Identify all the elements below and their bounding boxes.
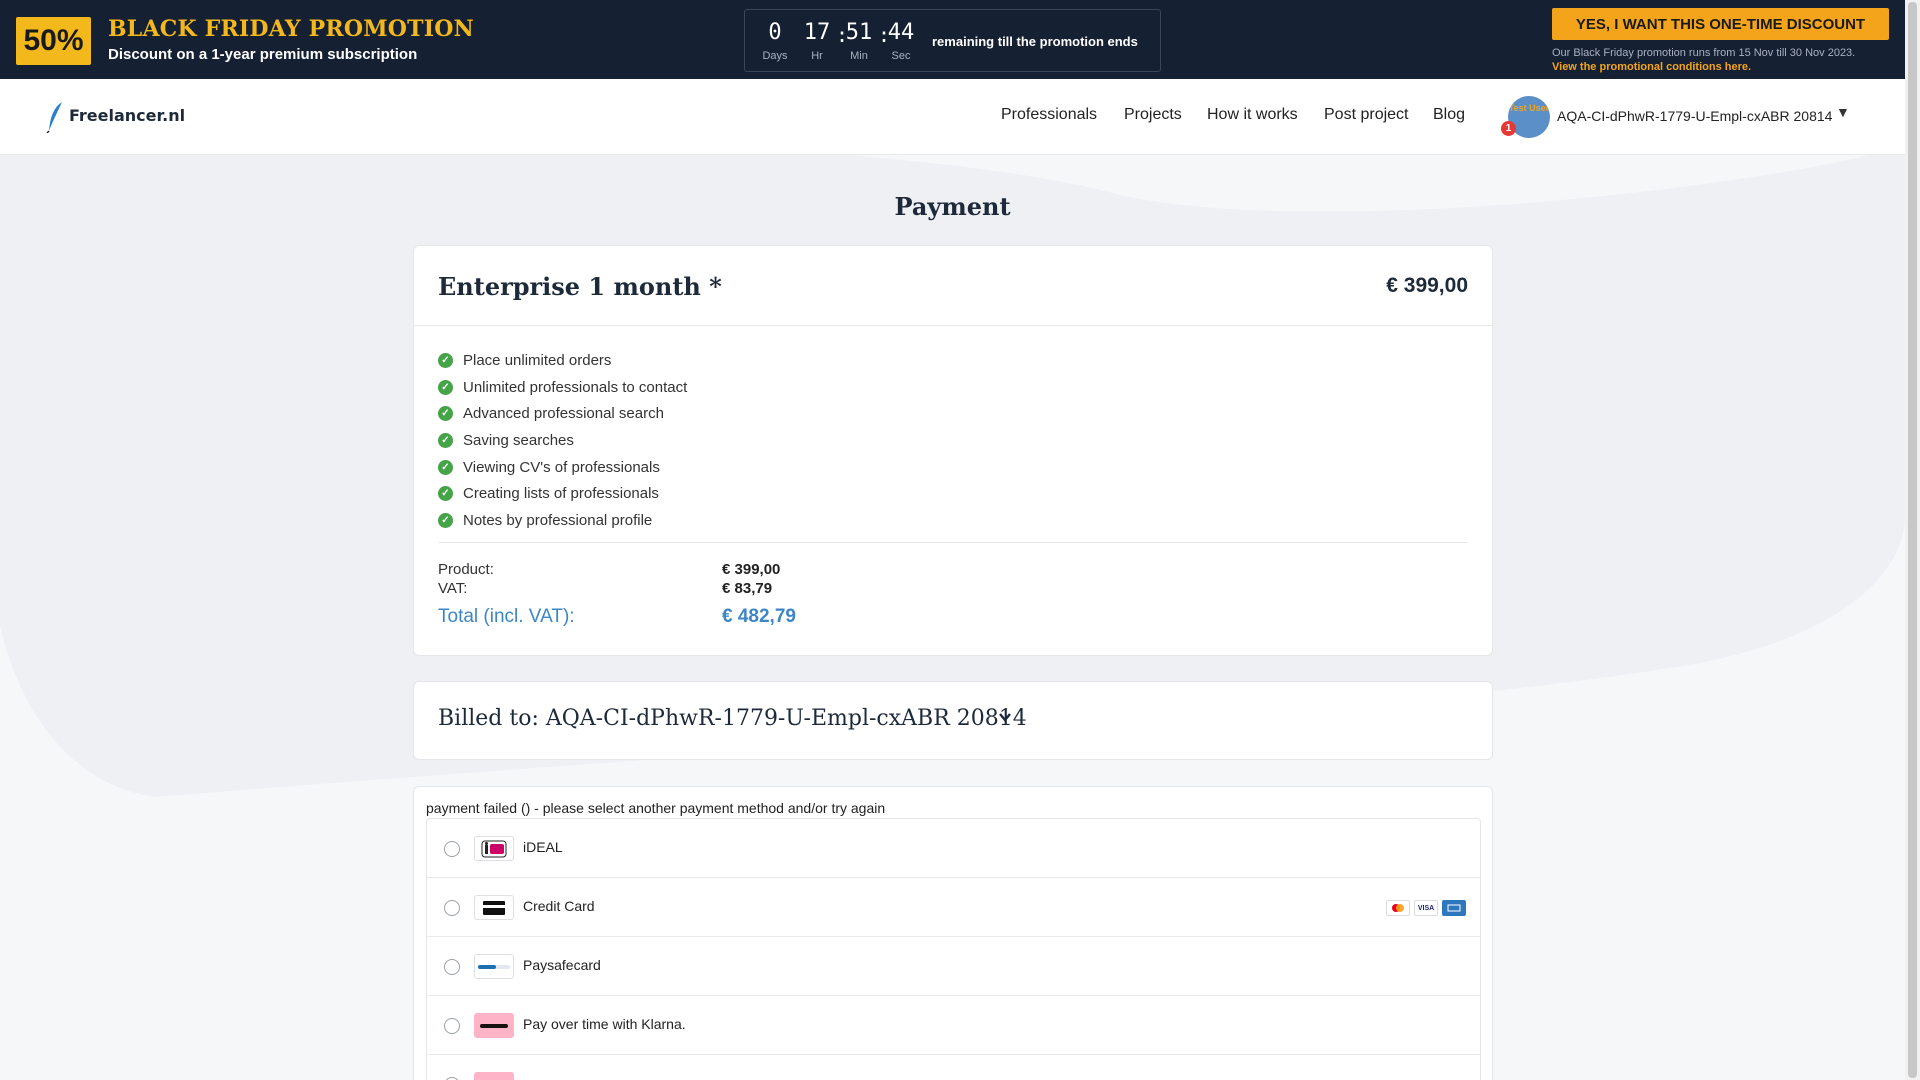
promo-title: BLACK FRIDAY PROMOTION — [108, 16, 474, 42]
amex-icon — [1442, 900, 1466, 916]
feature-label: Creating lists of professionals — [463, 485, 659, 503]
payment-failed-message: payment failed () - please select anothe… — [426, 800, 886, 816]
countdown-days-label: Days — [762, 50, 788, 62]
klarna-icon — [474, 1013, 514, 1038]
billing-card[interactable]: Billed to: AQA-CI-dPhwR-1779-U-Empl-cxAB… — [413, 681, 1493, 760]
chevron-down-icon[interactable] — [998, 710, 1012, 724]
klarna-icon — [474, 1072, 514, 1080]
check-icon: ✓ — [438, 379, 453, 395]
method-label[interactable]: Pay over time with Klarna. — [523, 1016, 686, 1032]
list-item: ✓ Notes by professional profile — [438, 507, 687, 534]
product-label: Product: — [438, 561, 494, 578]
card-brand-icons: VISA — [1386, 900, 1466, 916]
one-time-discount-button[interactable]: YES, I WANT THIS ONE-TIME DISCOUNT — [1552, 8, 1889, 40]
countdown-days: 0 Days — [755, 20, 795, 63]
visa-icon: VISA — [1414, 900, 1438, 916]
feature-list: ✓ Place unlimited orders ✓ Unlimited profe… — [438, 347, 687, 534]
countdown-seconds: 44 Sec — [881, 20, 921, 63]
order-summary-card: Enterprise 1 month * € 399,00 ✓ Place unl… — [413, 245, 1493, 656]
payment-method-klarna-partial[interactable] — [427, 1055, 1480, 1080]
feature-label: Notes by professional profile — [463, 511, 653, 529]
payment-method-ideal[interactable]: iDEAL — [427, 819, 1480, 878]
nav-post-project[interactable]: Post project — [1324, 106, 1408, 124]
payment-method-list: iDEAL Credit Card VISA Paysafecard Pay o… — [426, 818, 1481, 1080]
vat-value: € 83,79 — [722, 580, 773, 597]
countdown-hours-label: Hr — [811, 50, 823, 62]
site-logo[interactable]: Freelancer.nl — [69, 106, 185, 125]
list-item: ✓ Unlimited professionals to contact — [438, 374, 687, 401]
list-item: ✓ Viewing CV's of professionals — [438, 454, 687, 481]
page-title: Payment — [894, 192, 1011, 221]
promo-note: Our Black Friday promotion runs from 15 … — [1552, 47, 1856, 59]
countdown-minutes-label: Min — [850, 50, 868, 62]
discount-badge: 50% — [16, 17, 91, 65]
plan-price: € 399,00 — [1386, 274, 1468, 297]
method-label[interactable]: Credit Card — [523, 898, 595, 914]
radio-button[interactable] — [444, 841, 460, 857]
plan-header: Enterprise 1 month * € 399,00 — [414, 246, 1492, 326]
total-value: € 482,79 — [722, 606, 796, 627]
feature-label: Place unlimited orders — [463, 351, 612, 369]
credit-card-icon — [474, 895, 514, 920]
countdown-timer: 0 Days 17 Hr : 51 Min : 44 Sec remaining… — [744, 9, 1161, 72]
notification-badge[interactable]: 1 — [1501, 121, 1516, 136]
product-value: € 399,00 — [722, 561, 781, 578]
feature-label: Unlimited professionals to contact — [463, 378, 688, 396]
ideal-icon — [474, 836, 514, 861]
countdown-seconds-value: 44 — [887, 20, 915, 45]
scrollbar-thumb[interactable] — [1908, 2, 1917, 1078]
feature-label: Viewing CV's of professionals — [463, 458, 660, 476]
radio-button[interactable] — [444, 1018, 460, 1034]
countdown-seconds-label: Sec — [891, 50, 911, 62]
countdown-minutes-value: 51 — [845, 20, 873, 45]
feature-label: Saving searches — [463, 431, 574, 449]
caret-down-icon[interactable]: ▼ — [1836, 104, 1850, 120]
list-item: ✓ Saving searches — [438, 427, 687, 454]
countdown-days-value: 0 — [768, 20, 782, 45]
mastercard-icon — [1386, 900, 1410, 916]
nav-how-it-works[interactable]: How it works — [1207, 106, 1298, 124]
paysafecard-icon — [474, 954, 514, 979]
check-icon: ✓ — [438, 352, 453, 368]
list-item: ✓ Creating lists of professionals — [438, 480, 687, 507]
user-menu-name[interactable]: AQA-CI-dPhwR-1779-U-Empl-cxABR 20814 — [1557, 108, 1832, 124]
promo-subtitle: Discount on a 1-year premium subscriptio… — [108, 46, 418, 63]
payment-method-credit-card[interactable]: Credit Card VISA — [427, 878, 1480, 937]
feature-label: Advanced professional search — [463, 405, 664, 423]
countdown-text: remaining till the promotion ends — [932, 34, 1138, 49]
payment-methods-card: payment failed () - please select anothe… — [413, 786, 1493, 1080]
promo-conditions-link[interactable]: View the promotional conditions here. — [1552, 61, 1751, 73]
nav-projects[interactable]: Projects — [1124, 106, 1182, 124]
list-item: ✓ Advanced professional search — [438, 400, 687, 427]
avatar-text: Test User — [1508, 103, 1550, 113]
divider — [438, 542, 1468, 543]
countdown-minutes: 51 Min — [839, 20, 879, 63]
nav-professionals[interactable]: Professionals — [1001, 106, 1097, 124]
feather-logo-icon[interactable] — [46, 101, 66, 133]
radio-button[interactable] — [444, 900, 460, 916]
check-icon: ✓ — [438, 432, 453, 448]
method-label[interactable]: iDEAL — [523, 839, 563, 855]
check-icon: ✓ — [438, 406, 453, 422]
total-label: Total (incl. VAT): — [438, 606, 575, 627]
countdown-hours-value: 17 — [803, 20, 831, 45]
vat-label: VAT: — [438, 580, 468, 597]
main-navigation: Freelancer.nl Professionals Projects How… — [0, 79, 1905, 155]
check-icon: ✓ — [438, 459, 453, 475]
promo-banner: 50% BLACK FRIDAY PROMOTION Discount on a… — [0, 0, 1905, 79]
countdown-hours: 17 Hr — [797, 20, 837, 63]
method-label[interactable]: Paysafecard — [523, 957, 601, 973]
payment-method-paysafecard[interactable]: Paysafecard — [427, 937, 1480, 996]
payment-method-klarna[interactable]: Pay over time with Klarna. — [427, 996, 1480, 1055]
nav-blog[interactable]: Blog — [1433, 106, 1465, 124]
check-icon: ✓ — [438, 512, 453, 528]
check-icon: ✓ — [438, 486, 453, 502]
radio-button[interactable] — [444, 959, 460, 975]
billed-to-label[interactable]: Billed to: AQA-CI-dPhwR-1779-U-Empl-cxAB… — [438, 706, 1027, 731]
list-item: ✓ Place unlimited orders — [438, 347, 687, 374]
plan-name: Enterprise 1 month * — [438, 272, 722, 301]
